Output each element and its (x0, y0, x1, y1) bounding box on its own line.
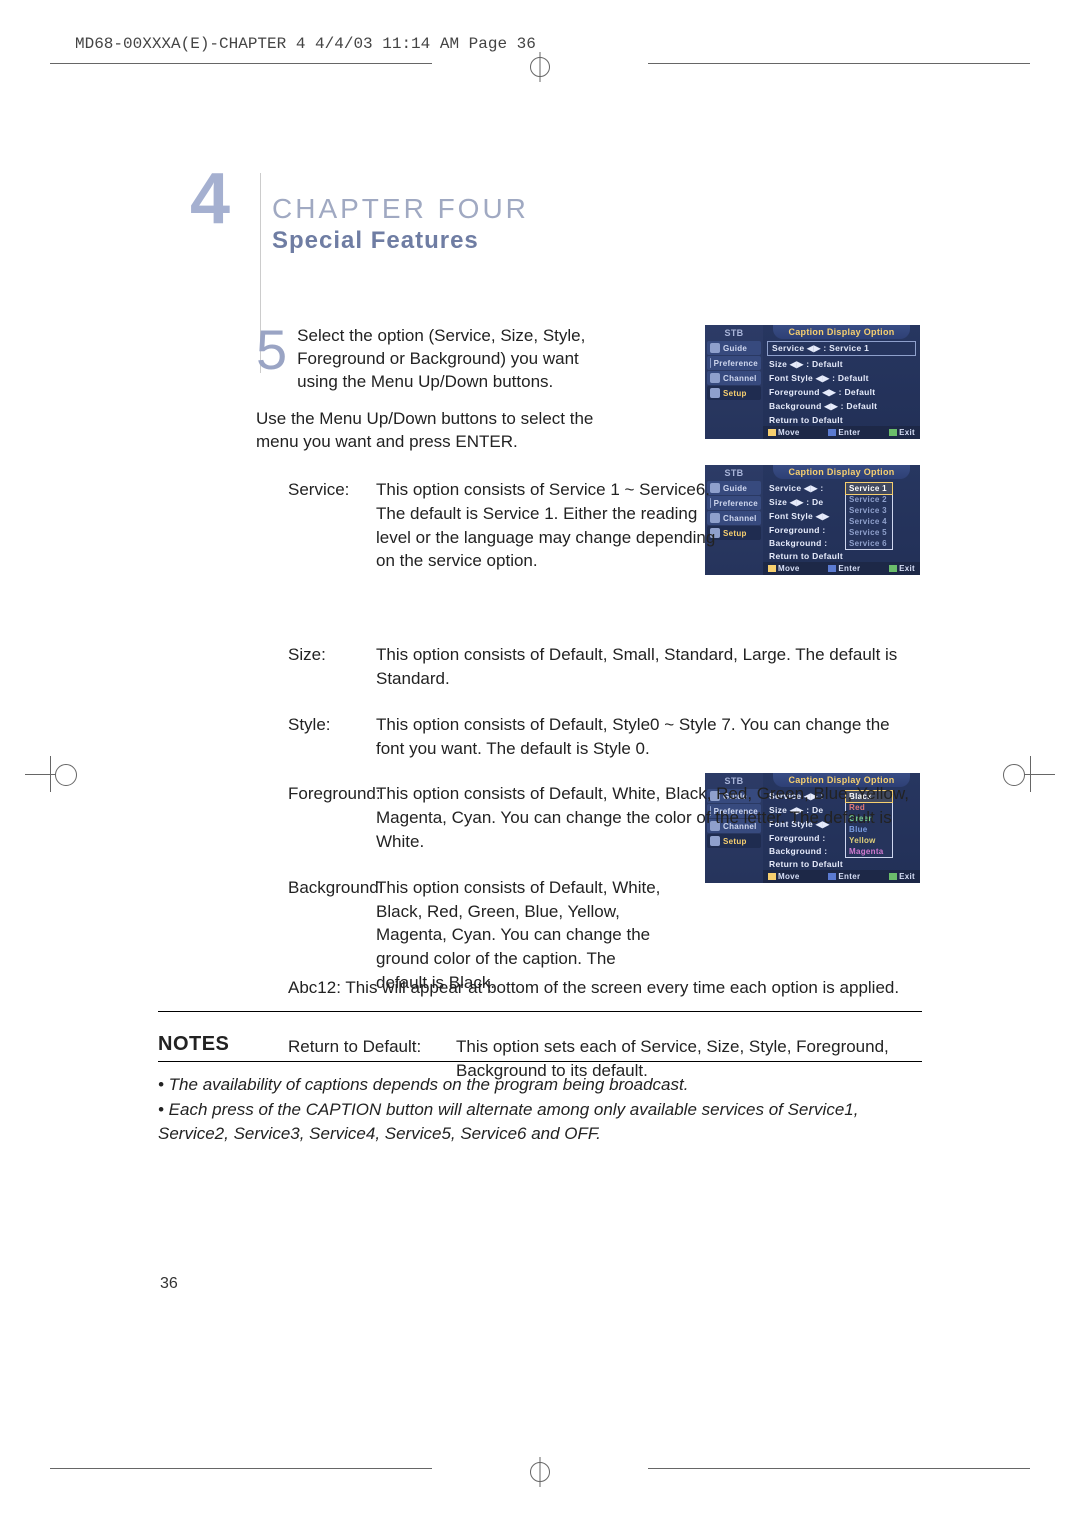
osd-line-return: Return to Default (763, 413, 920, 426)
osd-line-fontstyle: Font Style ◀▶ : Default (763, 371, 920, 385)
osd-move-hint: Move (768, 428, 800, 437)
crop-mark-bottom (50, 1458, 1030, 1478)
osd-line-size: Size ◀▶ : Default (763, 357, 920, 371)
page-number: 36 (160, 1275, 178, 1293)
def-fg-label: Foreground: (288, 782, 388, 853)
section-title: Special Features (272, 227, 529, 255)
osd-line-service: Service ◀▶ : Service 1 (767, 341, 916, 356)
osd-panel: Caption Display Option Service ◀▶ : Serv… (763, 325, 920, 439)
notes-body: • The availability of captions depends o… (158, 1073, 920, 1147)
osd-line-foreground: Foreground ◀▶ : Default (763, 385, 920, 399)
step-number: 5 (256, 325, 287, 375)
osd-side-guide: Guide (707, 341, 761, 355)
page: MD68-00XXXA(E)-CHAPTER 4 4/4/03 11:14 AM… (0, 0, 1080, 1528)
preference-icon (710, 358, 711, 368)
sheet: MD68-00XXXA(E)-CHAPTER 4 4/4/03 11:14 AM… (50, 20, 1030, 1528)
osd-title: Caption Display Option (773, 325, 910, 339)
note-item: • The availability of captions depends o… (158, 1073, 920, 1098)
def-bg-label: Background: (288, 876, 388, 995)
chapter-header: CHAPTER FOUR Special Features (272, 193, 529, 255)
crop-circle-icon (530, 1462, 550, 1482)
osd-exit-hint: Exit (889, 428, 915, 437)
notes-heading: NOTES (158, 1033, 229, 1056)
osd-side-preference: Preference (707, 356, 761, 370)
osd-title: Caption Display Option (773, 465, 910, 479)
osd-side-setup: Setup (707, 386, 761, 400)
def-size-text: This option consists of Default, Small, … (376, 643, 920, 691)
def-size-label: Size: (288, 643, 376, 691)
def-style-text: This option consists of Default, Style0 … (376, 713, 920, 761)
guide-icon (710, 343, 720, 353)
chapter-title: CHAPTER FOUR (272, 193, 529, 225)
osd-footer: Move Enter Exit (763, 426, 920, 439)
abc-note: Abc12: This will appear at bottom of the… (288, 978, 920, 998)
channel-icon (710, 373, 720, 383)
divider (158, 1061, 922, 1062)
step-text: Select the option (Service, Size, Style,… (256, 325, 621, 454)
step-text-1: Select the option (Service, Size, Style,… (256, 325, 621, 394)
def-service-label: Service: (288, 478, 376, 573)
osd-enter-hint: Enter (828, 428, 860, 437)
crop-mark-top (50, 53, 1030, 73)
def-style-label: Style: (288, 713, 376, 761)
setup-icon (710, 388, 720, 398)
osd-stb-label: STB (705, 328, 763, 340)
content-area: 4 CHAPTER FOUR Special Features 5 Select… (50, 73, 1030, 1433)
def-service-text: This option consists of Service 1 ~ Serv… (376, 478, 736, 573)
step-text-2: Use the Menu Up/Down buttons to select t… (256, 408, 621, 454)
osd-line-background: Background ◀▶ : Default (763, 399, 920, 413)
divider (158, 1011, 922, 1012)
note-item: • Each press of the CAPTION button will … (158, 1098, 920, 1147)
def-fg-text: This option consists of Default, White, … (376, 782, 920, 853)
osd-screenshot-1: STB Guide Preference Channel Setup Capti… (705, 325, 920, 439)
chapter-number: 4 (190, 163, 230, 235)
def-bg-text: This option consists of Default, White, … (376, 876, 666, 995)
osd-sidebar: STB Guide Preference Channel Setup (705, 325, 763, 439)
osd-side-channel: Channel (707, 371, 761, 385)
